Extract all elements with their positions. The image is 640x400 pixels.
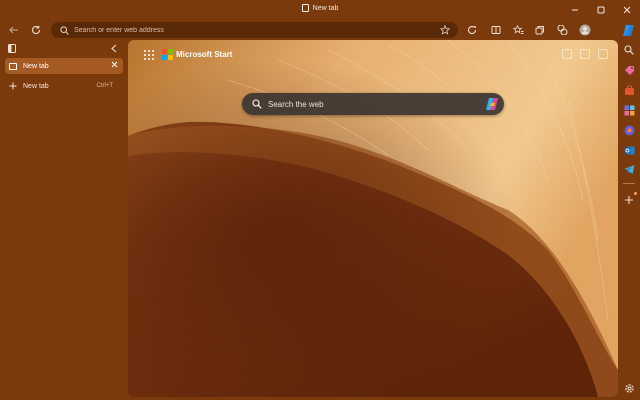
address-bar[interactable]: [51, 22, 458, 38]
window-controls: [562, 0, 640, 20]
layout-icon[interactable]: [562, 49, 572, 59]
microsoft-logo-icon: [162, 49, 173, 60]
new-tab-shortcut: Ctrl+T: [96, 83, 114, 89]
outlook-icon: [624, 146, 634, 154]
tab-page-icon: [301, 4, 309, 12]
profile-button[interactable]: [578, 23, 592, 37]
tools-icon: [624, 85, 634, 95]
vertical-tabs-pane: New tab New tab Ctrl+T: [0, 40, 128, 400]
collections-icon: [535, 26, 544, 35]
close-tab-button[interactable]: [111, 61, 118, 70]
games-icon: [624, 105, 634, 115]
favorites-button[interactable]: [511, 23, 525, 37]
shopping-tag-icon: [624, 65, 634, 75]
sidebar-add-button[interactable]: [622, 192, 637, 207]
collections-button[interactable]: [533, 23, 547, 37]
tab-new-tab[interactable]: New tab: [5, 58, 123, 74]
sidebar-divider: [623, 183, 635, 184]
extensions-button[interactable]: [555, 23, 569, 37]
sidebar-outlook-button[interactable]: [622, 143, 636, 157]
search-icon: [60, 26, 69, 35]
tracking-prevention-icon: [467, 26, 477, 35]
telegram-icon: [624, 164, 634, 174]
extensions-icon: [556, 25, 568, 35]
copilot-button[interactable]: [621, 23, 635, 37]
back-button[interactable]: [7, 23, 21, 37]
new-tab-button[interactable]: New tab Ctrl+T: [5, 79, 123, 93]
refresh-icon: [32, 25, 41, 35]
sidebar-games-button[interactable]: [622, 103, 636, 117]
search-icon: [252, 99, 262, 109]
plus-icon: [9, 82, 17, 90]
address-input[interactable]: [74, 22, 424, 38]
profile-avatar-icon: [579, 24, 591, 36]
back-arrow-icon: [9, 26, 18, 34]
sidebar-copilot-app-button[interactable]: [622, 123, 636, 137]
title-bar: New tab: [0, 0, 640, 20]
app-launcher-icon[interactable]: [144, 49, 154, 60]
new-tab-page: Microsoft Start: [128, 40, 618, 397]
favorites-icon: [512, 25, 523, 34]
maximize-icon: [597, 6, 605, 14]
split-screen-icon: [491, 26, 501, 34]
edge-sidebar: [619, 40, 640, 400]
search-icon: [624, 45, 634, 55]
sidebar-shopping-button[interactable]: [622, 63, 636, 77]
sidebar-search-button[interactable]: [622, 43, 636, 57]
copilot-icon[interactable]: [485, 97, 499, 111]
minimize-button[interactable]: [562, 0, 588, 20]
sidebar-tools-button[interactable]: [622, 83, 636, 97]
tracking-prevention-button[interactable]: [465, 23, 479, 37]
close-icon: [623, 6, 631, 14]
toolbar: [0, 20, 640, 40]
refresh-button[interactable]: [29, 23, 43, 37]
minimize-icon: [572, 9, 578, 11]
new-tab-label: New tab: [23, 82, 49, 90]
web-search-input[interactable]: [268, 93, 468, 115]
tab-label: New tab: [23, 62, 49, 70]
add-icon: [625, 196, 633, 204]
sidebar-telegram-button[interactable]: [622, 162, 636, 176]
collapse-pane-icon[interactable]: [110, 44, 118, 53]
close-icon: [111, 61, 118, 68]
maximize-button[interactable]: [588, 0, 614, 20]
notification-icon[interactable]: [580, 49, 590, 59]
window-title: New tab: [0, 4, 640, 12]
tab-actions-icon[interactable]: [8, 44, 17, 53]
window-title-text: New tab: [312, 5, 339, 12]
tab-page-icon: [9, 62, 17, 70]
brand-text[interactable]: Microsoft Start: [176, 50, 232, 59]
microsoft-start-brand: Microsoft Start: [144, 49, 232, 60]
settings-icon[interactable]: [598, 49, 608, 59]
favorite-star-icon[interactable]: [440, 25, 450, 35]
notification-dot: [634, 192, 637, 195]
app-icon: [624, 125, 634, 135]
settings-icon: [624, 383, 634, 393]
copilot-icon: [622, 24, 634, 36]
close-button[interactable]: [614, 0, 640, 20]
web-search-box[interactable]: [242, 93, 504, 115]
sidebar-settings-button[interactable]: [622, 381, 636, 395]
page-settings-icons: [562, 49, 608, 59]
split-screen-button[interactable]: [489, 23, 503, 37]
